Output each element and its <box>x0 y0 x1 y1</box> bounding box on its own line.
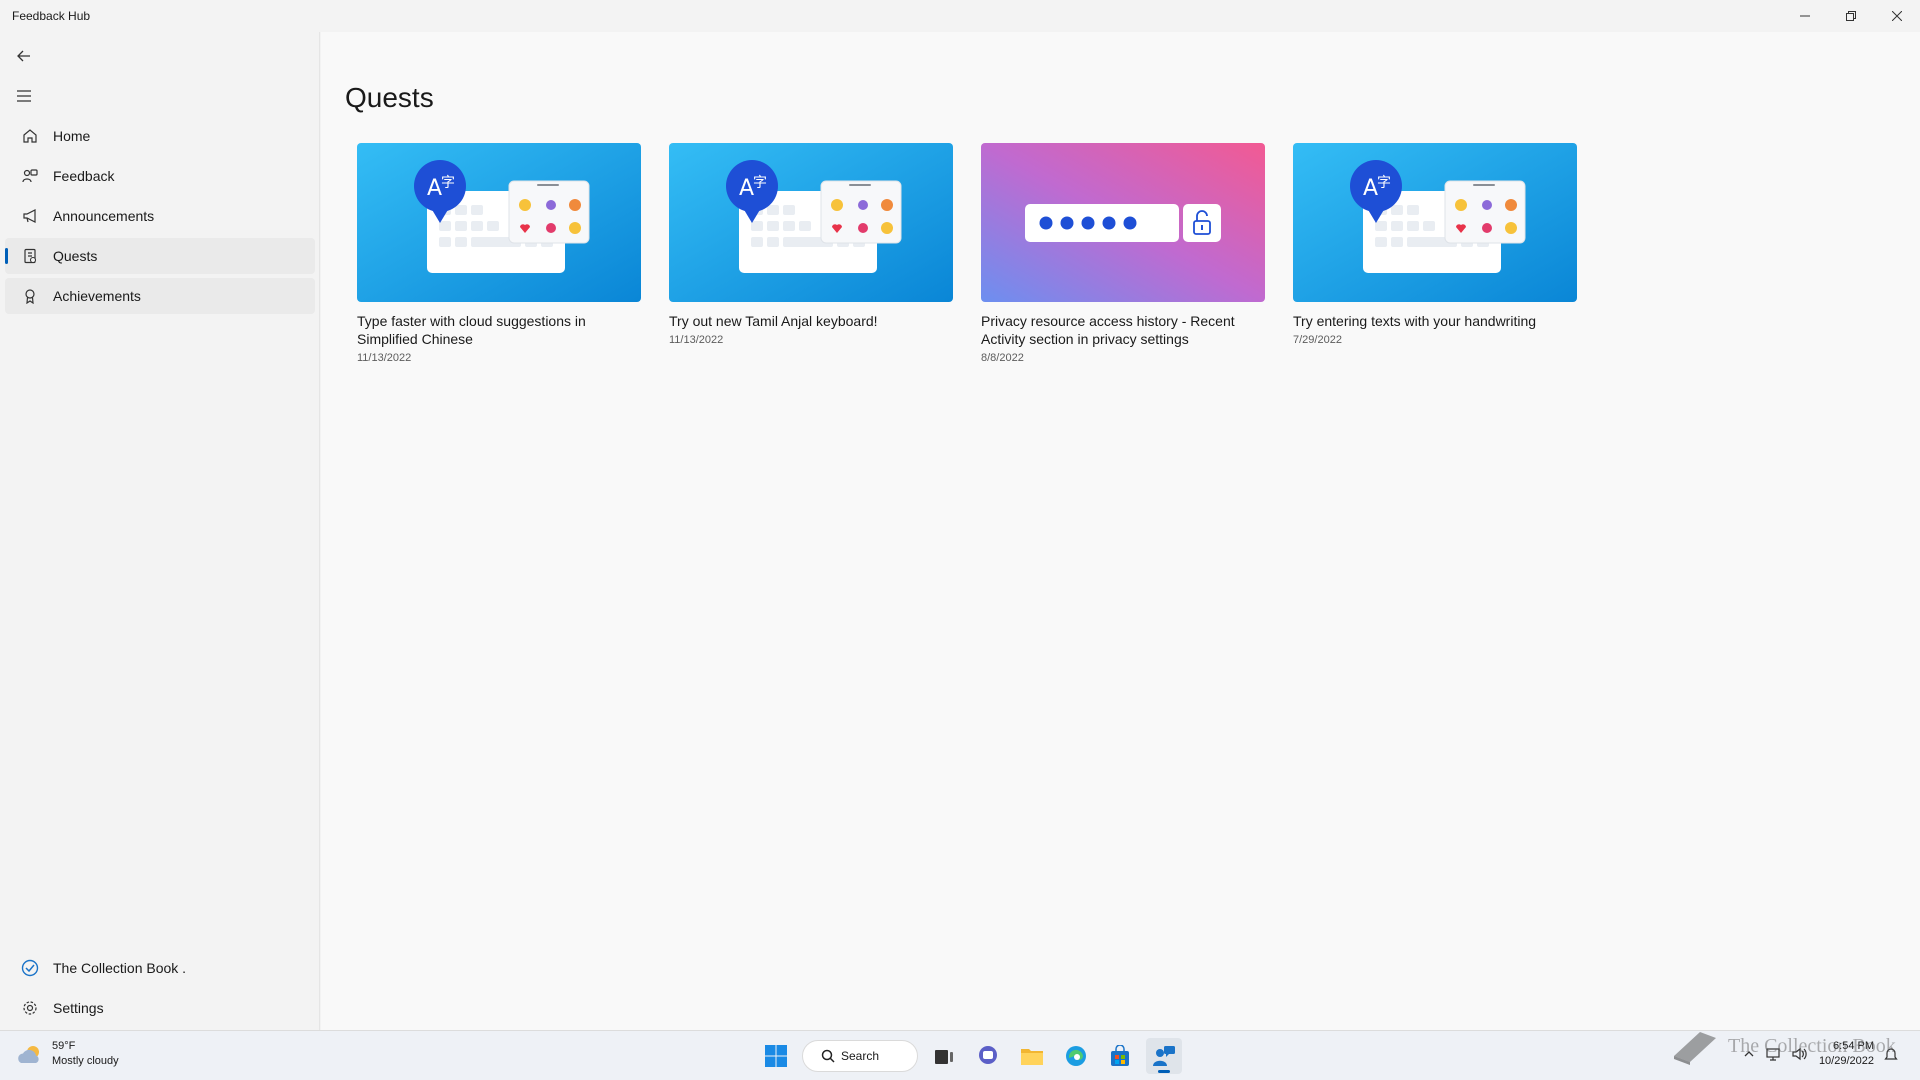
gear-icon <box>11 990 49 1026</box>
restore-button[interactable] <box>1828 0 1874 32</box>
main-content: Quests A 字 Type faster with cloud sugges… <box>321 32 1920 1030</box>
feedback-hub-icon <box>1153 1046 1175 1066</box>
close-button[interactable] <box>1874 0 1920 32</box>
megaphone-icon <box>11 198 49 234</box>
svg-text:A: A <box>1363 176 1378 201</box>
sidebar-item-announcements[interactable]: Announcements <box>5 198 315 234</box>
taskbar-apps: Search <box>758 1038 1182 1074</box>
quest-title: Privacy resource access history - Recent… <box>981 313 1235 347</box>
quest-date: 7/29/2022 <box>1293 334 1342 346</box>
svg-text:字: 字 <box>441 175 455 191</box>
account-avatar-icon <box>11 950 49 986</box>
store-button[interactable] <box>1102 1038 1138 1074</box>
back-button[interactable] <box>6 40 42 72</box>
folder-icon <box>1021 1049 1043 1065</box>
edge-browser-icon <box>1066 1046 1086 1066</box>
feedback-hub-button[interactable] <box>1146 1038 1182 1074</box>
sidebar-item-label: Announcements <box>53 208 155 224</box>
clock[interactable]: 6:54 PM 10/29/2022 <box>1819 1039 1874 1069</box>
weather-temp: 59°F <box>52 1040 76 1052</box>
sidebar-item-home[interactable]: Home <box>5 118 315 154</box>
account-label: The Collection Book . <box>53 960 187 976</box>
quest-date: 11/13/2022 <box>669 334 724 346</box>
quest-card[interactable]: A 字 Type faster with cloud suggestions i… <box>357 143 641 364</box>
quest-card[interactable]: A 字 Try out new Tamil Anjal keyboard! 11… <box>669 143 953 346</box>
sidebar-item-label: Feedback <box>53 168 115 184</box>
sidebar-item-feedback[interactable]: Feedback <box>5 158 315 194</box>
quest-date: 8/8/2022 <box>981 352 1024 364</box>
svg-text:字: 字 <box>753 175 767 191</box>
volume-icon[interactable] <box>1791 1046 1809 1062</box>
search-icon <box>821 1049 835 1063</box>
feedback-icon <box>11 158 49 194</box>
task-view-icon <box>935 1050 953 1064</box>
home-icon <box>11 118 49 154</box>
hamburger-icon <box>17 90 31 102</box>
password-lock-illustration <box>981 143 1265 302</box>
sidebar-item-label: Home <box>53 128 91 144</box>
taskbar-search[interactable]: Search <box>802 1040 918 1072</box>
sidebar-item-label: Achievements <box>53 288 141 304</box>
clock-time: 6:54 PM <box>1833 1040 1874 1052</box>
quest-title: Try out new Tamil Anjal keyboard! <box>669 313 878 329</box>
task-view-button[interactable] <box>926 1038 962 1074</box>
selection-indicator <box>5 248 8 264</box>
quest-title: Try entering texts with your handwriting <box>1293 313 1537 329</box>
back-arrow-icon <box>17 50 30 62</box>
sidebar: Home Feedback Announcements Quests Achie… <box>0 32 320 1030</box>
restore-icon <box>1846 11 1856 21</box>
notification-bell-icon[interactable] <box>1884 1046 1898 1062</box>
file-explorer-button[interactable] <box>1014 1038 1050 1074</box>
edge-button[interactable] <box>1058 1038 1094 1074</box>
minimize-button[interactable] <box>1782 0 1828 32</box>
taskbar: 59°F Mostly cloudy Search 6:54 PM 10/29/… <box>0 1030 1920 1080</box>
keyboard-emoji-illustration: A 字 <box>357 143 641 302</box>
sidebar-item-label: Quests <box>53 248 98 264</box>
title-bar: Feedback Hub <box>0 0 1920 32</box>
sidebar-item-quests[interactable]: Quests <box>5 238 315 274</box>
sidebar-item-label: Settings <box>53 1000 104 1016</box>
weather-widget[interactable]: 59°F Mostly cloudy <box>16 1039 119 1069</box>
window-controls <box>1782 0 1920 32</box>
store-icon <box>1111 1045 1129 1066</box>
quest-title: Type faster with cloud suggestions in Si… <box>357 313 586 347</box>
minimize-icon <box>1800 15 1810 17</box>
chevron-up-icon[interactable] <box>1743 1048 1755 1060</box>
svg-text:A: A <box>427 176 442 201</box>
keyboard-emoji-illustration: A 字 <box>669 143 953 302</box>
system-tray: 6:54 PM 10/29/2022 <box>1743 1039 1898 1069</box>
quest-card[interactable]: Privacy resource access history - Recent… <box>981 143 1265 364</box>
quests-icon <box>11 238 49 274</box>
chat-icon <box>979 1046 997 1064</box>
close-icon <box>1892 11 1902 21</box>
search-label: Search <box>841 1049 880 1063</box>
svg-text:字: 字 <box>1377 175 1391 191</box>
page-title: Quests <box>345 82 434 113</box>
cloudy-weather-icon <box>18 1046 39 1063</box>
teams-chat-button[interactable] <box>970 1038 1006 1074</box>
clock-date: 10/29/2022 <box>1818 1055 1874 1067</box>
keyboard-emoji-illustration: A 字 <box>1293 143 1577 302</box>
windows-logo-icon <box>765 1045 787 1067</box>
account-button[interactable]: The Collection Book . <box>5 950 315 986</box>
app-title: Feedback Hub <box>12 9 91 23</box>
ribbon-icon <box>11 278 49 314</box>
quest-card[interactable]: A 字 Try entering texts with your handwri… <box>1293 143 1577 346</box>
start-button[interactable] <box>758 1038 794 1074</box>
quest-date: 11/13/2022 <box>357 352 412 364</box>
network-icon[interactable] <box>1765 1046 1781 1062</box>
weather-condition: Mostly cloudy <box>52 1055 119 1067</box>
menu-button[interactable] <box>6 80 42 112</box>
sidebar-item-settings[interactable]: Settings <box>5 990 315 1026</box>
svg-text:A: A <box>739 176 754 201</box>
sidebar-item-achievements[interactable]: Achievements <box>5 278 315 314</box>
